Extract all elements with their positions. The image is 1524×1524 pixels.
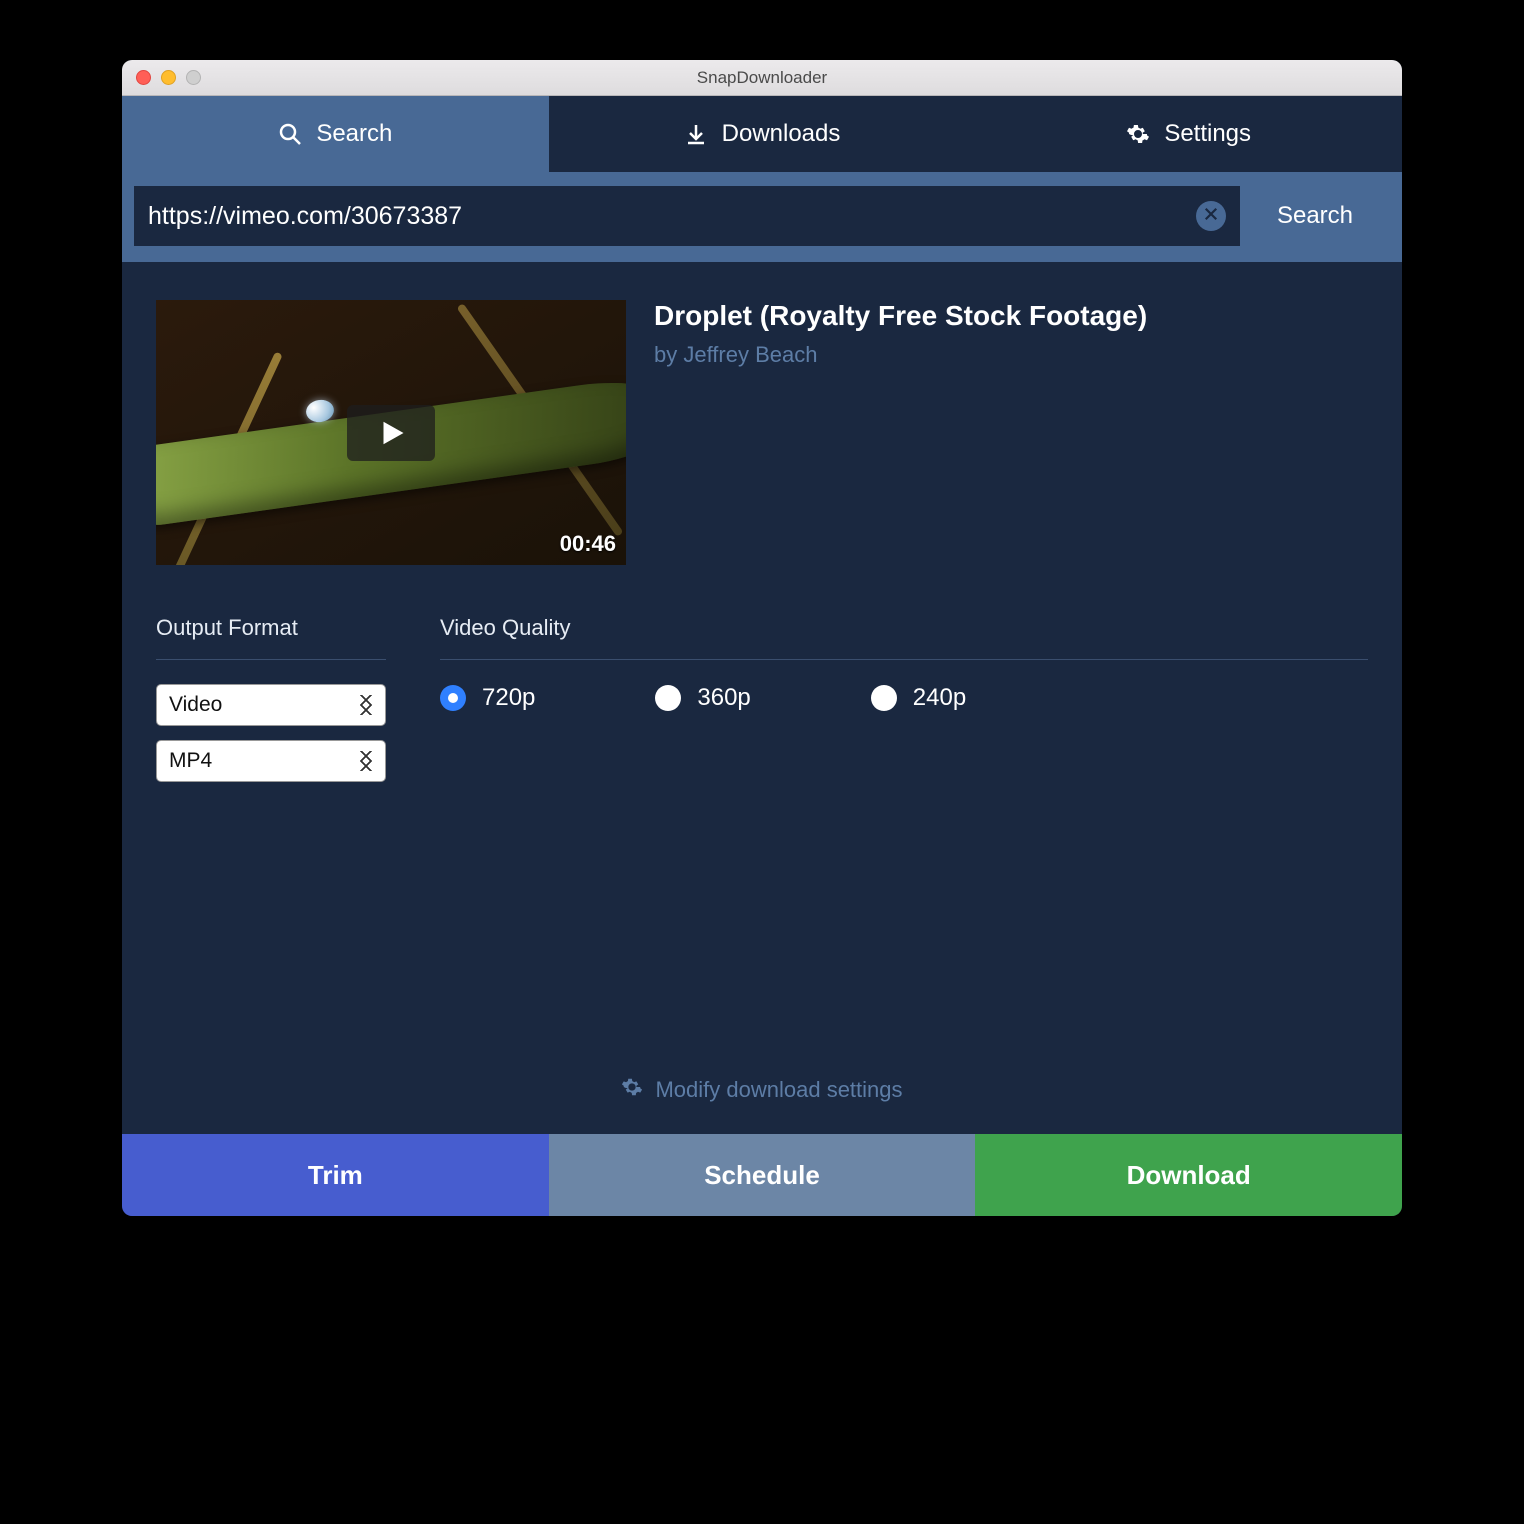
window-title: SnapDownloader [122,68,1402,88]
tab-label: Search [316,120,392,148]
output-format-section: Output Format Video MP4 [156,615,386,796]
minimize-icon[interactable] [161,70,176,85]
video-author: by Jeffrey Beach [654,342,1368,368]
options: Output Format Video MP4 Video Quality 72… [156,615,1368,796]
video-duration: 00:46 [560,531,616,557]
quality-radio-group: 720p 360p 240p [440,684,1368,712]
quality-option-240p[interactable]: 240p [871,684,966,712]
radio-icon [655,685,681,711]
trim-button[interactable]: Trim [122,1134,549,1216]
window-controls [122,70,201,85]
play-icon[interactable] [347,405,435,461]
clear-button[interactable] [1196,201,1226,231]
search-bar: Search [122,172,1402,262]
titlebar: SnapDownloader [122,60,1402,96]
output-format-heading: Output Format [156,615,386,660]
download-icon [684,122,708,146]
tab-search[interactable]: Search [122,96,549,172]
radio-icon [871,685,897,711]
video-title: Droplet (Royalty Free Stock Footage) [654,300,1368,332]
tab-label: Settings [1164,120,1251,148]
modify-download-settings[interactable]: Modify download settings [156,1076,1368,1134]
close-icon [1202,205,1220,228]
quality-label: 360p [697,684,750,712]
video-meta: Droplet (Royalty Free Stock Footage) by … [654,300,1368,565]
gear-icon [1126,122,1150,146]
quality-label: 720p [482,684,535,712]
search-icon [278,122,302,146]
close-icon[interactable] [136,70,151,85]
download-button[interactable]: Download [975,1134,1402,1216]
schedule-button[interactable]: Schedule [549,1134,976,1216]
quality-option-360p[interactable]: 360p [655,684,750,712]
footer-actions: Trim Schedule Download [122,1134,1402,1216]
video-quality-heading: Video Quality [440,615,1368,660]
gear-icon [621,1076,643,1104]
format-type-select[interactable]: Video [156,684,386,726]
maximize-icon[interactable] [186,70,201,85]
search-input-wrap [134,186,1240,246]
video-quality-section: Video Quality 720p 360p 240p [440,615,1368,796]
tab-label: Downloads [722,120,841,148]
video-result: 00:46 Droplet (Royalty Free Stock Footag… [156,300,1368,565]
search-button-label: Search [1277,202,1353,230]
app-window: SnapDownloader Search Downloads Settings [122,60,1402,1216]
url-input[interactable] [148,202,1196,231]
format-container-select[interactable]: MP4 [156,740,386,782]
search-button[interactable]: Search [1240,186,1390,246]
content-area: 00:46 Droplet (Royalty Free Stock Footag… [122,262,1402,1134]
quality-option-720p[interactable]: 720p [440,684,535,712]
video-thumbnail[interactable]: 00:46 [156,300,626,565]
quality-label: 240p [913,684,966,712]
radio-icon [440,685,466,711]
main-tabs: Search Downloads Settings [122,96,1402,172]
modify-settings-label: Modify download settings [655,1077,902,1103]
tab-downloads[interactable]: Downloads [549,96,976,172]
tab-settings[interactable]: Settings [975,96,1402,172]
